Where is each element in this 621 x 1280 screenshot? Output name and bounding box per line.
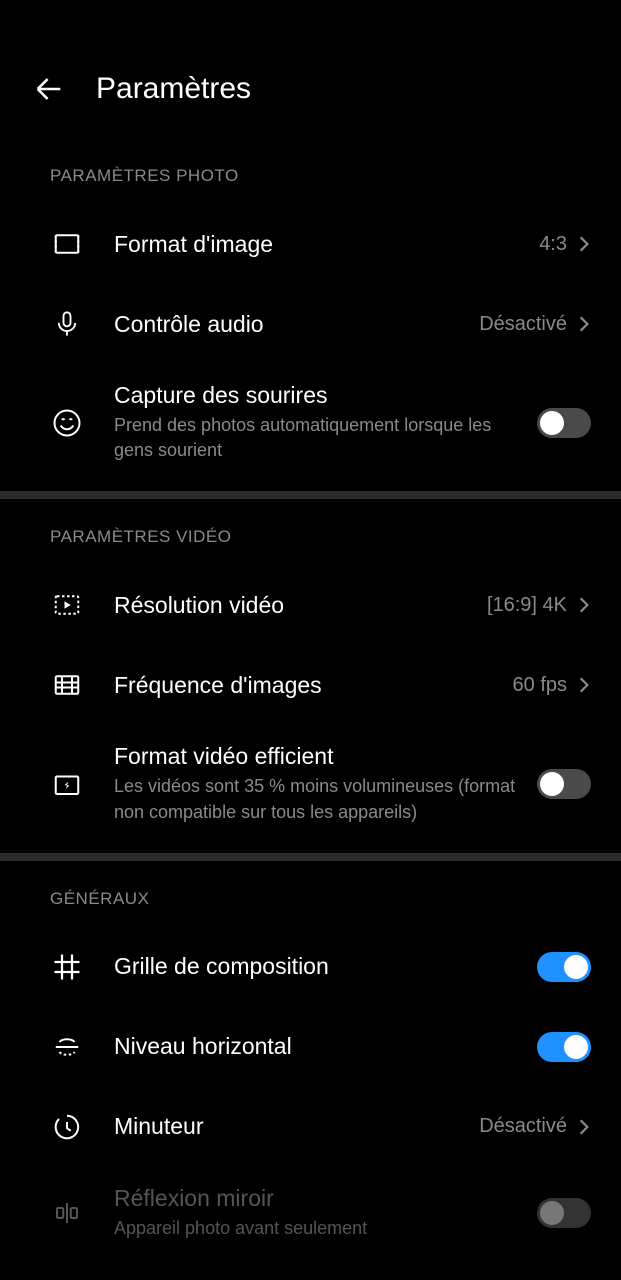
- mirror-toggle: [537, 1198, 591, 1228]
- mirror-icon: [50, 1198, 84, 1228]
- framerate-label: Fréquence d'images: [114, 672, 513, 699]
- timer-label: Minuteur: [114, 1113, 479, 1140]
- row-grid[interactable]: Grille de composition: [0, 927, 621, 1007]
- efficient-format-icon: [50, 769, 84, 799]
- efficient-format-label: Format vidéo efficient: [114, 743, 537, 770]
- mirror-desc: Appareil photo avant seulement: [114, 1216, 537, 1241]
- horizontal-level-toggle[interactable]: [537, 1032, 591, 1062]
- image-format-value: 4:3: [539, 233, 567, 256]
- video-resolution-value: [16:9] 4K: [487, 594, 567, 617]
- audio-control-value: Désactivé: [479, 313, 567, 336]
- row-video-resolution[interactable]: Résolution vidéo [16:9] 4K: [0, 565, 621, 645]
- video-resolution-label: Résolution vidéo: [114, 592, 487, 619]
- framerate-value: 60 fps: [513, 674, 567, 697]
- timer-value: Désactivé: [479, 1115, 567, 1138]
- chevron-icon: [577, 596, 591, 614]
- row-horizontal-level[interactable]: Niveau horizontal: [0, 1007, 621, 1087]
- mirror-label: Réflexion miroir: [114, 1185, 537, 1212]
- row-image-format[interactable]: Format d'image 4:3: [0, 204, 621, 284]
- efficient-format-desc: Les vidéos sont 35 % moins volumineuses …: [114, 774, 537, 824]
- section-general-header: GÉNÉRAUX: [0, 861, 621, 927]
- row-mirror: Réflexion miroir Appareil photo avant se…: [0, 1167, 621, 1259]
- back-button[interactable]: [30, 70, 68, 108]
- section-video-header: PARAMÈTRES VIDÉO: [0, 499, 621, 565]
- row-watermark[interactable]: Ajout d'un filigrane: [0, 1259, 621, 1280]
- page-title: Paramètres: [96, 72, 251, 106]
- video-resolution-icon: [50, 590, 84, 620]
- timer-icon: [50, 1112, 84, 1142]
- audio-control-label: Contrôle audio: [114, 311, 479, 338]
- level-icon: [50, 1032, 84, 1062]
- section-divider: [0, 491, 621, 499]
- row-timer[interactable]: Minuteur Désactivé: [0, 1087, 621, 1167]
- row-smile-capture[interactable]: Capture des sourires Prend des photos au…: [0, 364, 621, 481]
- row-efficient-format[interactable]: Format vidéo efficient Les vidéos sont 3…: [0, 725, 621, 842]
- row-framerate[interactable]: Fréquence d'images 60 fps: [0, 645, 621, 725]
- grid-label: Grille de composition: [114, 953, 537, 980]
- horizontal-level-label: Niveau horizontal: [114, 1033, 537, 1060]
- section-photo-header: PARAMÈTRES PHOTO: [0, 138, 621, 204]
- row-audio-control[interactable]: Contrôle audio Désactivé: [0, 284, 621, 364]
- image-format-icon: [50, 229, 84, 259]
- smile-capture-label: Capture des sourires: [114, 382, 537, 409]
- smile-icon: [50, 408, 84, 438]
- section-divider: [0, 853, 621, 861]
- chevron-icon: [577, 235, 591, 253]
- framerate-icon: [50, 670, 84, 700]
- chevron-icon: [577, 676, 591, 694]
- smile-capture-desc: Prend des photos automatiquement lorsque…: [114, 413, 537, 463]
- grid-toggle[interactable]: [537, 952, 591, 982]
- image-format-label: Format d'image: [114, 231, 539, 258]
- chevron-icon: [577, 315, 591, 333]
- chevron-icon: [577, 1118, 591, 1136]
- grid-icon: [50, 952, 84, 982]
- mic-icon: [50, 310, 84, 338]
- efficient-format-toggle[interactable]: [537, 769, 591, 799]
- smile-capture-toggle[interactable]: [537, 408, 591, 438]
